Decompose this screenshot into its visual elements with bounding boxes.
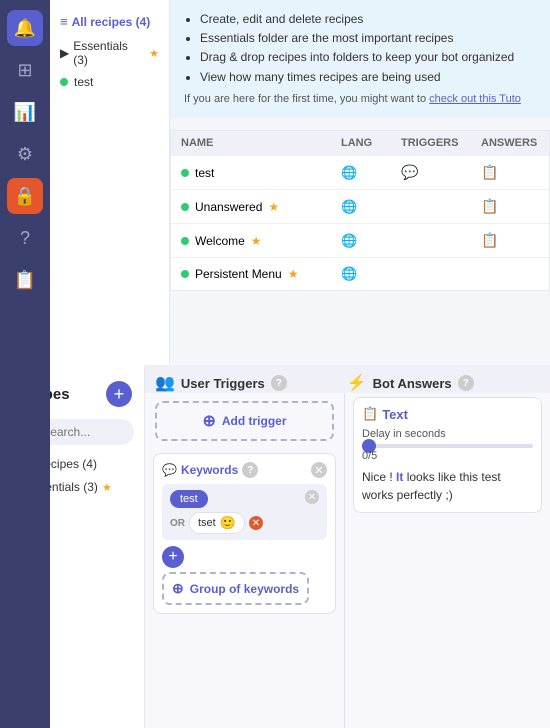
keyword-row-2: OR tset 🙂 ✕ bbox=[170, 512, 319, 534]
delay-value: 0/5 bbox=[362, 450, 533, 462]
table-row[interactable]: Persistent Menu ★ 🌐 bbox=[171, 257, 549, 290]
answer-icon: 📋 bbox=[481, 164, 550, 181]
table-row[interactable]: test 🌐 💬 📋 bbox=[171, 155, 549, 189]
keyword-tag-1: test bbox=[170, 490, 208, 508]
status-dot bbox=[181, 237, 189, 245]
trigger-icon: 💬 bbox=[401, 164, 481, 181]
users-icon: 👥 bbox=[155, 373, 175, 393]
all-recipes-link[interactable]: ≡ All recipes (4) bbox=[50, 8, 169, 35]
delay-slider-wrap: 0/5 bbox=[362, 444, 533, 462]
info-bullet-4: View how many times recipes are being us… bbox=[200, 68, 536, 87]
keywords-title: 💬 Keywords ? bbox=[162, 462, 258, 478]
status-dot bbox=[181, 270, 189, 278]
keyword-remove-button[interactable]: ✕ bbox=[249, 516, 263, 530]
bolt-icon: ⚡ bbox=[347, 373, 367, 393]
globe-icon: 🌐 bbox=[341, 165, 401, 181]
globe-icon: 🌐 bbox=[341, 266, 401, 282]
col-answers: ANSWERS bbox=[481, 137, 550, 149]
recipe-name: Persistent Menu bbox=[195, 267, 282, 281]
essentials-folder[interactable]: ▶ Essentials (3) ★ bbox=[50, 35, 169, 71]
chat-icon: 💬 bbox=[162, 463, 177, 477]
star-icon: ★ bbox=[149, 47, 159, 60]
table-header-row: NAME LANG TRIGGERS ANSWERS bbox=[171, 131, 549, 155]
status-dot bbox=[181, 169, 189, 177]
sidebar: 🔔 ⊞ 📊 ⚙ 🔒 ? 📋 bbox=[0, 0, 50, 728]
bot-answers-help-icon[interactable]: ? bbox=[458, 375, 474, 391]
editor-area: 👥 User Triggers ? ⚡ Bot Answers ? ⊕ Add … bbox=[145, 365, 550, 728]
answers-column: 📋 Text Delay in seconds 0/5 Nice ! It lo… bbox=[345, 393, 550, 728]
chevron-right-icon: ▶ bbox=[60, 46, 69, 60]
bot-answers-label: ⚡ Bot Answers ? bbox=[347, 373, 474, 393]
sidebar-chart-icon[interactable]: 📊 bbox=[7, 94, 43, 130]
text-content: Nice ! It looks like this test works per… bbox=[362, 468, 533, 504]
editor-columns: ⊕ Add trigger 💬 Keywords ? ✕ test bbox=[145, 393, 550, 728]
col-lang: LANG bbox=[341, 137, 401, 149]
globe-icon: 🌐 bbox=[341, 199, 401, 215]
star-icon: ★ bbox=[288, 267, 299, 281]
globe-icon: 🌐 bbox=[341, 233, 401, 249]
add-recipe-button[interactable]: + bbox=[106, 381, 132, 407]
sidebar-book-icon[interactable]: 📋 bbox=[7, 262, 43, 298]
search-input[interactable] bbox=[42, 425, 122, 439]
sidebar-help-icon[interactable]: ? bbox=[7, 220, 43, 256]
tutorial-link[interactable]: check out this Tuto bbox=[429, 93, 521, 105]
table-row[interactable]: Welcome ★ 🌐 📋 bbox=[171, 223, 549, 257]
emoji-icon: 🙂 bbox=[220, 515, 236, 531]
keyword-tag-2: tset 🙂 bbox=[189, 512, 245, 534]
answer-icon: 📋 bbox=[481, 232, 550, 249]
keyword-group: test ✕ OR tset 🙂 ✕ bbox=[162, 484, 327, 540]
or-label: OR bbox=[170, 518, 185, 529]
delay-slider[interactable] bbox=[362, 444, 533, 448]
keywords-close-button[interactable]: ✕ bbox=[311, 462, 327, 478]
plus-circle-icon-2: ⊕ bbox=[172, 580, 184, 597]
triggers-column: ⊕ Add trigger 💬 Keywords ? ✕ test bbox=[145, 393, 345, 728]
table-row[interactable]: Unanswered ★ 🌐 📋 bbox=[171, 189, 549, 223]
recipe-name: test bbox=[195, 166, 214, 180]
star-icon: ★ bbox=[251, 234, 262, 248]
info-bullet-2: Essentials folder are the most important… bbox=[200, 29, 536, 48]
add-keyword-button[interactable]: + bbox=[162, 546, 184, 568]
plus-circle-icon: ⊕ bbox=[202, 411, 215, 431]
info-bullet-1: Create, edit and delete recipes bbox=[200, 10, 536, 29]
col-triggers: TRIGGERS bbox=[401, 137, 481, 149]
recipe-name: Unanswered bbox=[195, 200, 262, 214]
answer-icon: 📋 bbox=[481, 198, 550, 215]
user-triggers-help-icon[interactable]: ? bbox=[271, 375, 287, 391]
sidebar-gear-icon[interactable]: ⚙ bbox=[7, 136, 43, 172]
group-keywords-button[interactable]: ⊕ Group of keywords bbox=[162, 572, 309, 605]
status-dot bbox=[60, 78, 68, 86]
editor-header-row: 👥 User Triggers ? ⚡ Bot Answers ? bbox=[145, 365, 550, 393]
top-info-panel: Create, edit and delete recipes Essentia… bbox=[170, 0, 550, 118]
keywords-card: 💬 Keywords ? ✕ test ✕ OR tset bbox=[153, 453, 336, 614]
text-card-title: 📋 Text bbox=[362, 406, 533, 422]
recipe-name: Welcome bbox=[195, 234, 245, 248]
user-triggers-label: 👥 User Triggers ? bbox=[155, 373, 287, 393]
star-icon: ★ bbox=[268, 200, 279, 214]
list-icon: 📋 bbox=[362, 406, 378, 422]
keywords-help-icon[interactable]: ? bbox=[242, 462, 258, 478]
text-card: 📋 Text Delay in seconds 0/5 Nice ! It lo… bbox=[353, 397, 542, 513]
status-dot bbox=[181, 203, 189, 211]
star-icon: ★ bbox=[102, 481, 112, 494]
sidebar-bell-icon[interactable]: 🔔 bbox=[7, 10, 43, 46]
info-bullet-3: Drag & drop recipes into folders to keep… bbox=[200, 48, 536, 67]
recipes-table: NAME LANG TRIGGERS ANSWERS test 🌐 💬 📋 Un… bbox=[170, 130, 550, 291]
sidebar-alert-icon[interactable]: 🔒 bbox=[7, 178, 43, 214]
add-trigger-button[interactable]: ⊕ Add trigger bbox=[155, 401, 334, 441]
delay-section: Delay in seconds 0/5 bbox=[362, 428, 533, 462]
test-recipe-item[interactable]: test bbox=[50, 71, 169, 93]
info-note: If you are here for the first time, you … bbox=[184, 91, 536, 109]
keywords-card-header: 💬 Keywords ? ✕ bbox=[162, 462, 327, 478]
sidebar-grid-icon[interactable]: ⊞ bbox=[7, 52, 43, 88]
col-name: NAME bbox=[181, 137, 341, 149]
keyword-group-close-button[interactable]: ✕ bbox=[305, 490, 319, 504]
menu-lines-icon: ≡ bbox=[60, 14, 68, 29]
